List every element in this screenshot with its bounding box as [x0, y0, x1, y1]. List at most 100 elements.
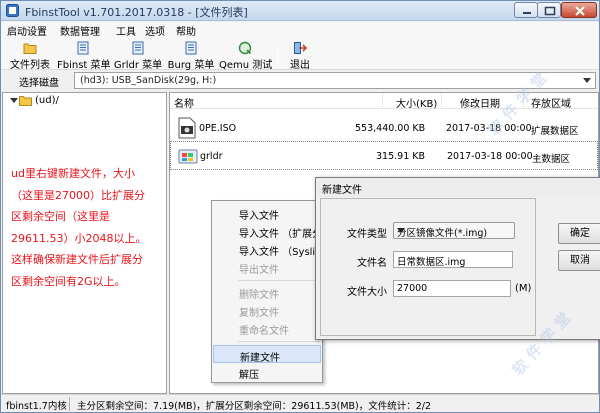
file-name-input[interactable]: 日常数据区.img	[393, 251, 513, 268]
fbinst-menu-button[interactable]: Fbinst 菜单	[57, 39, 111, 71]
file-size-value: 27000	[397, 283, 428, 294]
file-name-label: 文件名	[357, 258, 387, 269]
column-size[interactable]: 大小(KB)	[396, 95, 437, 110]
column-separator	[523, 93, 524, 109]
menu-boot-settings[interactable]: 启动设置	[7, 23, 47, 38]
minimize-icon	[523, 12, 531, 14]
file-type-value: 分区镜像文件(*.img)	[397, 228, 488, 239]
toolbar: 文件列表 Fbinst 菜单 Grldr 菜单 Burg 菜单 Qemu 测试 …	[1, 38, 599, 71]
exit-button[interactable]: 退出	[283, 39, 317, 71]
close-icon	[575, 6, 585, 16]
column-modified[interactable]: 修改日期	[460, 95, 500, 110]
chevron-down-icon	[397, 228, 405, 233]
disk-label: 选择磁盘	[19, 78, 59, 89]
status-divider	[69, 397, 70, 411]
document-icon	[185, 41, 197, 55]
column-name[interactable]: 名称	[174, 95, 194, 110]
menu-item-delete-file[interactable]: 删除文件	[213, 283, 321, 301]
burg-menu-label: Burg 菜单	[167, 60, 215, 71]
ok-button[interactable]: 确定	[558, 223, 600, 244]
column-area[interactable]: 存放区域	[531, 95, 571, 110]
status-space-info: 主分区剩余空间：7.19(MB)，扩展分区剩余空间：29611.53(MB)，文…	[77, 401, 432, 412]
column-separator	[382, 93, 383, 109]
file-size: 553,440.00 KB	[355, 123, 426, 134]
file-name: 0PE.ISO	[199, 123, 237, 134]
file-row[interactable]: grldr 315.91 KB 2017-03-18 00:00 主数据区	[170, 141, 598, 170]
menu-item-label: 导入文件	[239, 211, 279, 222]
menu-options[interactable]: 选项	[145, 23, 165, 38]
iso-file-icon	[178, 117, 196, 139]
status-bar: fbinst1.7内核 主分区剩余空间：7.19(MB)，扩展分区剩余空间：29…	[1, 394, 599, 412]
status-kernel: fbinst1.7内核	[6, 401, 67, 412]
file-size-input[interactable]: 27000	[393, 280, 511, 297]
menu-item-copy-file[interactable]: 复制文件	[213, 301, 321, 319]
menu-tools[interactable]: 工具	[116, 23, 136, 38]
maximize-button[interactable]	[537, 2, 561, 18]
menu-separator	[238, 280, 320, 281]
tree-root-item[interactable]: (ud)/	[35, 95, 59, 106]
folder-icon	[23, 43, 37, 54]
menu-item-import-file[interactable]: 导入文件	[213, 204, 321, 222]
file-size: 315.91 KB	[376, 151, 426, 162]
file-row[interactable]: 0PE.ISO 553,440.00 KB 2017-03-18 00:00 扩…	[170, 114, 598, 143]
document-icon	[77, 41, 89, 55]
file-list-button[interactable]: 文件列表	[5, 39, 55, 71]
title-bar: FbinstTool v1.701.2017.0318 - [文件列表]	[1, 1, 599, 21]
file-modified: 2017-03-18 00:00	[446, 123, 532, 134]
qemu-icon	[238, 41, 252, 55]
menu-item-import-extended[interactable]: 导入文件 （扩展分	[213, 222, 323, 240]
toolbar-separator	[277, 43, 278, 67]
column-separator	[441, 93, 442, 109]
burg-menu-button[interactable]: Burg 菜单	[166, 39, 216, 71]
disk-select-value: (hd3): USB_SanDisk(29g, H:)	[80, 75, 217, 86]
dialog-title-bar: 新建文件	[316, 178, 600, 197]
file-list-header: 名称 大小(KB) 修改日期 存放区域	[170, 93, 598, 110]
new-file-dialog: 新建文件 文件类型 分区镜像文件(*.img) 文件名 日常数据区.img 文件…	[315, 177, 600, 340]
menu-item-label: 新建文件	[240, 353, 280, 364]
menu-item-label: 复制文件	[239, 308, 279, 319]
annotation-note: ud里右键新建文件，大小 （这里是27000）比扩展分 区剩余空间（这里是 29…	[11, 167, 147, 288]
folder-icon	[19, 96, 32, 106]
menu-item-extract[interactable]: 解压	[213, 363, 321, 381]
app-window: FbinstTool v1.701.2017.0318 - [文件列表] 启动设…	[0, 0, 600, 413]
menu-separator	[238, 341, 320, 342]
menu-item-label: 导入文件 （Syslin	[239, 247, 322, 258]
menu-item-rename-file[interactable]: 重命名文件	[213, 319, 321, 337]
tree-expand-icon[interactable]	[10, 98, 18, 103]
chevron-down-icon	[583, 78, 591, 83]
menu-data-management[interactable]: 数据管理	[60, 23, 100, 38]
qemu-test-label: Qemu 测试	[219, 60, 273, 71]
menu-help[interactable]: 帮助	[176, 23, 196, 38]
maximize-icon	[544, 6, 556, 16]
menu-item-label: 删除文件	[239, 290, 279, 301]
disk-select[interactable]: (hd3): USB_SanDisk(29g, H:)	[74, 72, 596, 89]
qemu-test-button[interactable]: Qemu 测试	[219, 39, 273, 71]
disk-bar: 选择磁盘 (hd3): USB_SanDisk(29g, H:)	[1, 70, 599, 91]
exit-label: 退出	[290, 60, 310, 71]
file-type-select[interactable]: 分区镜像文件(*.img)	[393, 222, 515, 239]
menu-item-import-syslinux[interactable]: 导入文件 （Syslin	[213, 240, 322, 258]
fbinst-menu-label: Fbinst 菜单	[57, 60, 111, 71]
menu-item-new-file[interactable]: 新建文件	[213, 345, 321, 364]
exit-icon	[294, 42, 307, 54]
close-button[interactable]	[561, 2, 597, 18]
document-icon	[132, 41, 144, 55]
menu-item-label: 解压	[239, 370, 259, 381]
grldr-menu-button[interactable]: Grldr 菜单	[113, 39, 163, 71]
dialog-title: 新建文件	[322, 185, 362, 196]
file-modified: 2017-03-18 00:00	[447, 151, 533, 162]
file-area: 主数据区	[532, 154, 571, 165]
windows-file-icon	[178, 149, 198, 164]
menu-item-label: 导出文件	[239, 265, 279, 276]
window-title: FbinstTool v1.701.2017.0318 - [文件列表]	[25, 6, 248, 19]
minimize-button[interactable]	[514, 2, 538, 18]
file-area: 扩展数据区	[531, 126, 579, 137]
cancel-button[interactable]: 取消	[558, 250, 600, 271]
file-name: grldr	[200, 151, 223, 162]
menu-item-label: 导入文件 （扩展分	[239, 229, 323, 240]
tree-panel: (ud)/ ud里右键新建文件，大小 （这里是27000）比扩展分 区剩余空间（…	[2, 92, 167, 394]
file-list-label: 文件列表	[10, 60, 50, 71]
app-icon	[6, 4, 19, 17]
menu-item-export-file[interactable]: 导出文件	[213, 258, 321, 276]
menu-item-label: 重命名文件	[239, 326, 289, 337]
